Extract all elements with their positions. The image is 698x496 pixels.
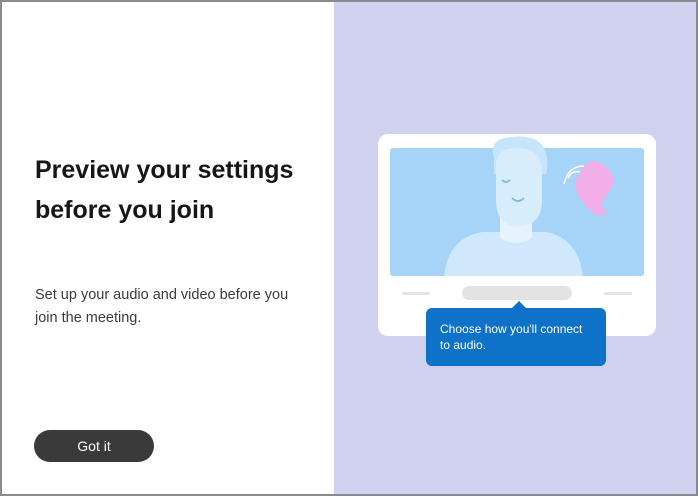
preview-settings-dialog: Preview your settings before you join Se… [0, 0, 698, 496]
illustration-panel: Choose how you'll connect to audio. [334, 2, 696, 494]
tooltip-arrow [512, 301, 526, 308]
audio-tooltip: Choose how you'll connect to audio. [426, 301, 606, 366]
control-bar-left [402, 292, 430, 295]
control-bar-center [462, 286, 572, 300]
control-bar-right [604, 292, 632, 295]
tooltip-text: Choose how you'll connect to audio. [440, 322, 583, 352]
got-it-button[interactable]: Got it [34, 430, 154, 462]
intro-panel: Preview your settings before you join Se… [2, 2, 334, 494]
dialog-title: Preview your settings before you join [35, 156, 294, 224]
dialog-description: Set up your audio and video before you j… [35, 287, 289, 326]
